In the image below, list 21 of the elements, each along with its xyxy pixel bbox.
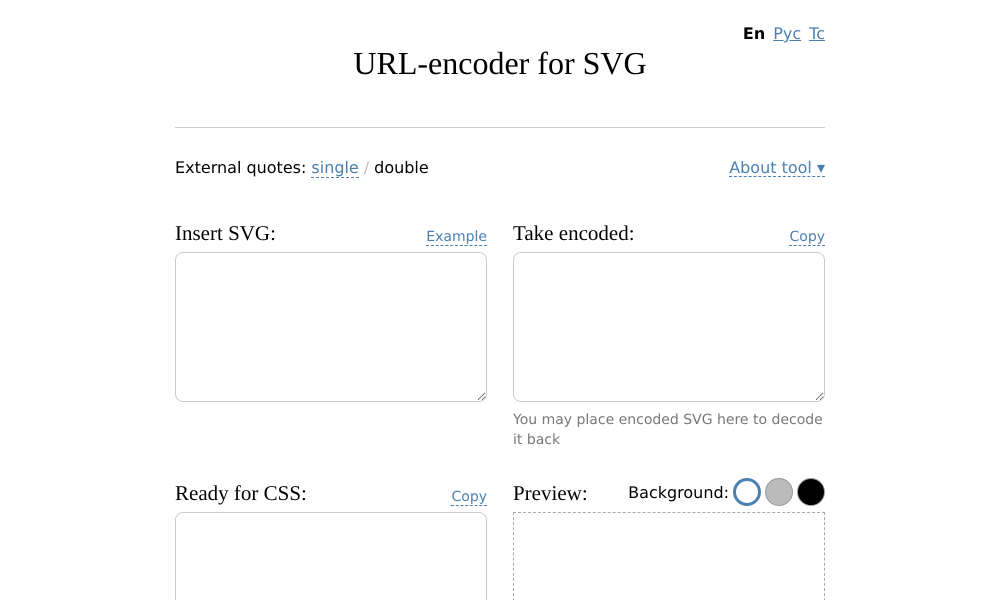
background-swatch[interactable] (733, 478, 761, 506)
quotes-label: External quotes: (175, 158, 306, 177)
page-title: URL-encoder for SVG (353, 45, 647, 82)
panel-label: Insert SVG: (175, 221, 276, 246)
about-link[interactable]: About tool ▾ (729, 158, 825, 178)
language-link[interactable]: Рус (773, 24, 802, 43)
background-swatch[interactable] (797, 478, 825, 506)
language-link[interactable]: Tc (809, 24, 825, 43)
background-label: Background: (628, 482, 729, 502)
background-swatch[interactable] (765, 478, 793, 506)
language-link[interactable]: En (742, 24, 766, 43)
panel-action-link[interactable]: Copy (451, 490, 487, 506)
panel-label: Preview: (513, 481, 588, 506)
panel-label: Ready for CSS: (175, 481, 307, 506)
separator: / (364, 158, 370, 177)
hint-text: You may place encoded SVG here to decode it back (513, 411, 824, 450)
panel-action-link[interactable]: Copy (789, 230, 825, 246)
panel-label: Take encoded: (513, 221, 635, 246)
panel-action-link[interactable]: Example (426, 230, 487, 246)
quote-option[interactable]: single (311, 158, 359, 178)
quote-option[interactable]: double (374, 158, 429, 177)
